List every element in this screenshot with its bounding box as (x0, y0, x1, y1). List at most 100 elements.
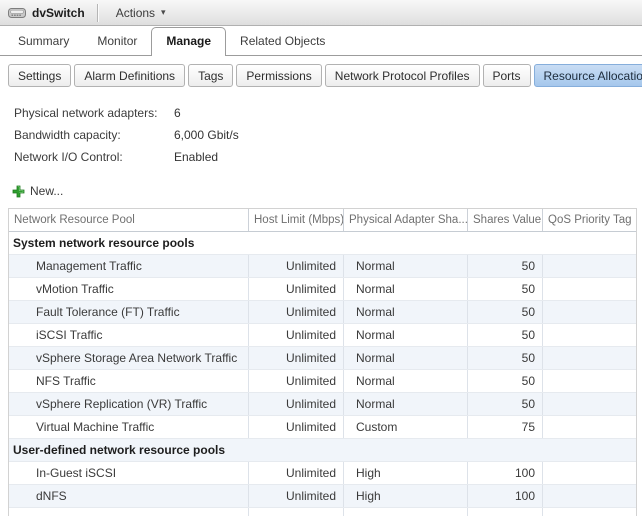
tab-related-objects[interactable]: Related Objects (226, 28, 339, 55)
subtab-permissions[interactable]: Permissions (236, 64, 321, 87)
table-row-empty (9, 508, 636, 516)
column-header-shares-value[interactable]: Shares Value (468, 209, 543, 231)
cell-shares: Custom (344, 416, 468, 438)
info-label: Network I/O Control: (14, 150, 174, 164)
switch-summary-info: Physical network adapters:6Bandwidth cap… (14, 102, 642, 168)
cell-shares_value: 50 (468, 393, 543, 415)
table-row-virtual-machine-traffic[interactable]: Virtual Machine TrafficUnlimitedCustom75 (9, 416, 636, 439)
new-button[interactable]: New... (12, 182, 82, 200)
column-header-physical-adapter-sha[interactable]: Physical Adapter Sha... (344, 209, 468, 231)
cell-shares_value: 50 (468, 255, 543, 277)
info-label: Physical network adapters: (14, 106, 174, 120)
table-row-vsphere-storage-area-network-traffic[interactable]: vSphere Storage Area Network TrafficUnli… (9, 347, 636, 370)
cell-host_limit: Unlimited (249, 347, 344, 369)
table-row-vmotion-traffic[interactable]: vMotion TrafficUnlimitedNormal50 (9, 278, 636, 301)
table-row-in-guest-iscsi[interactable]: In-Guest iSCSIUnlimitedHigh100 (9, 462, 636, 485)
cell-qos (543, 485, 636, 507)
cell-empty (468, 508, 543, 516)
cell-qos (543, 255, 636, 277)
table-row-iscsi-traffic[interactable]: iSCSI TrafficUnlimitedNormal50 (9, 324, 636, 347)
cell-shares: Normal (344, 301, 468, 323)
cell-shares: Normal (344, 255, 468, 277)
cell-name: vSphere Storage Area Network Traffic (9, 347, 249, 369)
cell-empty (543, 508, 636, 516)
cell-empty (344, 508, 468, 516)
sub-tab-bar: SettingsAlarm DefinitionsTagsPermissions… (8, 64, 642, 87)
subtab-network-protocol-profiles[interactable]: Network Protocol Profiles (325, 64, 480, 87)
cell-shares: Normal (344, 393, 468, 415)
cell-qos (543, 301, 636, 323)
cell-shares: Normal (344, 347, 468, 369)
vsphere-window: dvSwitch Actions ▾ SummaryMonitorManageR… (0, 0, 642, 516)
cell-shares_value: 50 (468, 301, 543, 323)
table-row-management-traffic[interactable]: Management TrafficUnlimitedNormal50 (9, 255, 636, 278)
cell-shares_value: 50 (468, 347, 543, 369)
group-header-user-defined-network-resource-pools: User-defined network resource pools (9, 439, 636, 462)
cell-empty (9, 508, 249, 516)
cell-qos (543, 393, 636, 415)
cell-name: vMotion Traffic (9, 278, 249, 300)
cell-host_limit: Unlimited (249, 278, 344, 300)
table-row-dnfs[interactable]: dNFSUnlimitedHigh100 (9, 485, 636, 508)
cell-name: In-Guest iSCSI (9, 462, 249, 484)
cell-name: iSCSI Traffic (9, 324, 249, 346)
table-row-vsphere-replication-vr-traffic[interactable]: vSphere Replication (VR) TrafficUnlimite… (9, 393, 636, 416)
cell-host_limit: Unlimited (249, 370, 344, 392)
cell-host_limit: Unlimited (249, 324, 344, 346)
cell-name: vSphere Replication (VR) Traffic (9, 393, 249, 415)
cell-qos (543, 347, 636, 369)
subtab-settings[interactable]: Settings (8, 64, 71, 87)
info-row-network-i-o-control: Network I/O Control:Enabled (14, 146, 642, 168)
tab-summary[interactable]: Summary (4, 28, 83, 55)
info-value: 6 (174, 106, 181, 120)
table-row-nfs-traffic[interactable]: NFS TrafficUnlimitedNormal50 (9, 370, 636, 393)
info-row-bandwidth-capacity: Bandwidth capacity:6,000 Gbit/s (14, 124, 642, 146)
cell-host_limit: Unlimited (249, 462, 344, 484)
info-label: Bandwidth capacity: (14, 128, 174, 142)
cell-qos (543, 324, 636, 346)
info-value: 6,000 Gbit/s (174, 128, 239, 142)
cell-qos (543, 278, 636, 300)
cell-shares_value: 100 (468, 485, 543, 507)
column-header-host-limit-mbps[interactable]: Host Limit (Mbps) (249, 209, 344, 231)
subtab-alarm-definitions[interactable]: Alarm Definitions (74, 64, 185, 87)
titlebar-divider (97, 4, 98, 22)
cell-qos (543, 462, 636, 484)
column-header-qos-priority-tag[interactable]: QoS Priority Tag (543, 209, 636, 231)
table-row-fault-tolerance-ft-traffic[interactable]: Fault Tolerance (FT) TrafficUnlimitedNor… (9, 301, 636, 324)
cell-shares_value: 50 (468, 278, 543, 300)
cell-shares: High (344, 485, 468, 507)
subtab-tags[interactable]: Tags (188, 64, 233, 87)
cell-shares: Normal (344, 324, 468, 346)
new-button-label: New... (30, 184, 63, 198)
info-value: Enabled (174, 150, 218, 164)
cell-host_limit: Unlimited (249, 393, 344, 415)
cell-name: dNFS (9, 485, 249, 507)
tab-monitor[interactable]: Monitor (83, 28, 151, 55)
cell-shares_value: 75 (468, 416, 543, 438)
cell-host_limit: Unlimited (249, 301, 344, 323)
cell-name: NFS Traffic (9, 370, 249, 392)
tab-manage[interactable]: Manage (151, 27, 226, 56)
manage-tab-content: SettingsAlarm DefinitionsTagsPermissions… (0, 64, 642, 516)
cell-qos (543, 416, 636, 438)
cell-shares: Normal (344, 370, 468, 392)
table-body: System network resource poolsManagement … (9, 232, 636, 516)
actions-menu-button[interactable]: Actions ▾ (108, 3, 174, 23)
chevron-down-icon: ▾ (161, 7, 166, 18)
dvswitch-icon (8, 7, 26, 19)
cell-host_limit: Unlimited (249, 416, 344, 438)
title-bar: dvSwitch Actions ▾ (0, 0, 642, 26)
info-row-physical-network-adapters: Physical network adapters:6 (14, 102, 642, 124)
cell-name: Virtual Machine Traffic (9, 416, 249, 438)
plus-icon (12, 185, 25, 198)
cell-shares: High (344, 462, 468, 484)
actions-label: Actions (116, 6, 155, 20)
column-header-network-resource-pool[interactable]: Network Resource Pool (9, 209, 249, 231)
subtab-ports[interactable]: Ports (483, 64, 531, 87)
cell-empty (249, 508, 344, 516)
subtab-resource-allocation[interactable]: Resource Allocation (534, 64, 642, 87)
cell-host_limit: Unlimited (249, 485, 344, 507)
cell-shares: Normal (344, 278, 468, 300)
cell-shares_value: 100 (468, 462, 543, 484)
